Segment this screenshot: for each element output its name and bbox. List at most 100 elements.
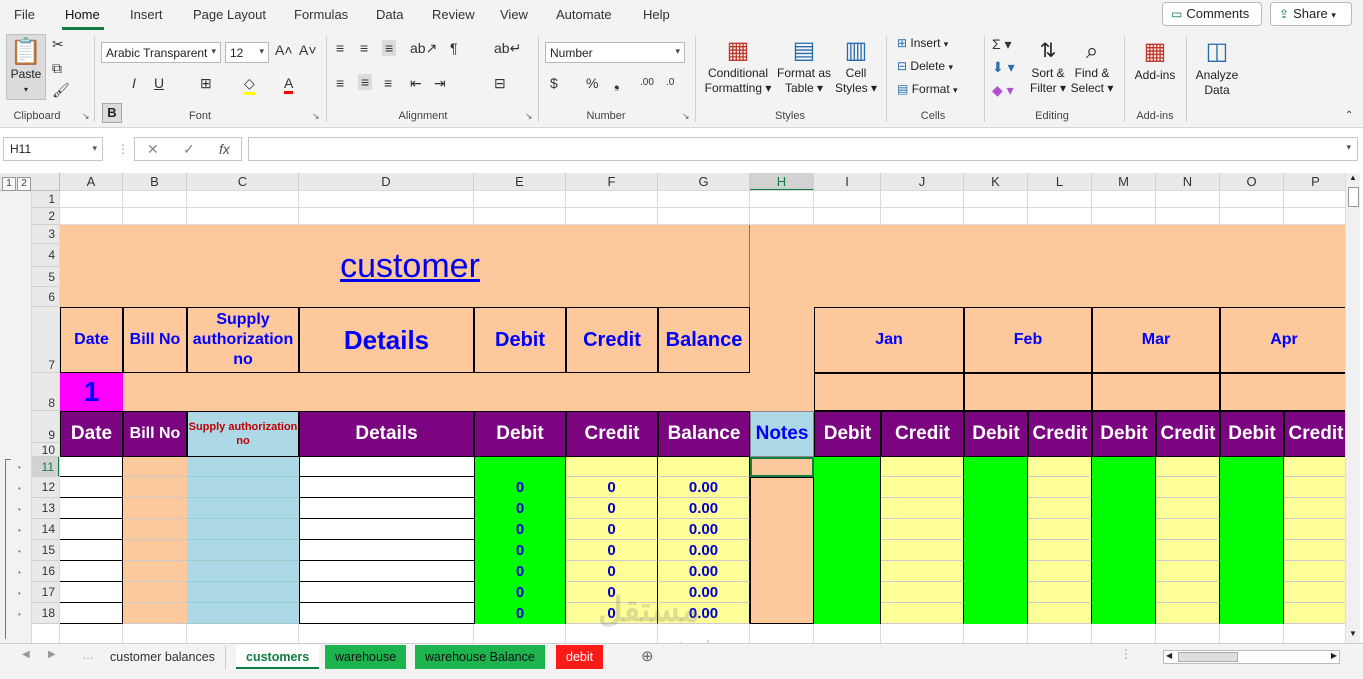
name-box[interactable]: H11 ▾ — [3, 137, 103, 161]
row-header-18[interactable]: 18 — [32, 603, 60, 624]
font-launcher-icon[interactable]: ↘ — [312, 111, 320, 122]
month-value-cell[interactable] — [814, 498, 881, 519]
month-value-cell[interactable] — [1092, 477, 1156, 498]
text-direction-icon[interactable]: ¶ — [450, 40, 458, 56]
header-r9-b[interactable]: Bill No — [123, 411, 187, 457]
details-cell[interactable] — [299, 561, 474, 582]
row8-month-2[interactable] — [1092, 373, 1220, 411]
bill-no-cell[interactable] — [123, 582, 187, 603]
conditional-formatting-button[interactable]: ▦ Conditional Formatting ▾ — [703, 36, 773, 96]
details-cell[interactable] — [299, 582, 474, 603]
supply-auth-cell[interactable] — [187, 540, 299, 561]
row-header-7[interactable]: 7 — [32, 307, 60, 373]
month-value-cell[interactable] — [1284, 519, 1348, 540]
header-r9-g[interactable]: Balance — [658, 411, 750, 457]
column-header-l[interactable]: L — [1028, 173, 1092, 191]
date-cell[interactable] — [60, 561, 123, 582]
month-value-cell[interactable] — [964, 603, 1028, 624]
sheet-tab-warehouse[interactable]: warehouse — [325, 645, 407, 669]
header-r9-c[interactable]: Supply authorization no — [187, 411, 299, 457]
bill-no-cell[interactable] — [123, 603, 187, 624]
month-value-cell[interactable] — [1156, 477, 1220, 498]
month-subheader-0[interactable]: Debit — [814, 411, 881, 457]
tab-more-icon[interactable]: … — [82, 648, 94, 662]
debit-cell[interactable] — [474, 457, 566, 477]
tab-help[interactable]: Help — [643, 7, 670, 22]
decrease-decimal-icon[interactable]: .0 — [666, 77, 674, 88]
vertical-scrollbar[interactable]: ▲ ▼ — [1345, 173, 1360, 643]
tab-insert[interactable]: Insert — [130, 7, 163, 22]
row-header-9[interactable]: 9 — [32, 411, 60, 443]
format-cells-button[interactable]: ▤ Format ▾ — [897, 82, 958, 98]
credit-cell[interactable]: 0 — [566, 498, 658, 519]
share-button[interactable]: ⇪ Share ▾ — [1270, 2, 1352, 26]
bill-no-cell[interactable] — [123, 540, 187, 561]
details-cell[interactable] — [299, 477, 474, 498]
supply-auth-cell[interactable] — [187, 498, 299, 519]
balance-cell[interactable]: 0.00 — [658, 519, 750, 540]
month-value-cell[interactable] — [1220, 603, 1284, 624]
tab-home[interactable]: Home — [65, 7, 100, 22]
month-value-cell[interactable] — [1284, 457, 1348, 477]
month-value-cell[interactable] — [1092, 603, 1156, 624]
column-header-d[interactable]: D — [299, 173, 474, 191]
font-color-icon[interactable]: A — [284, 75, 294, 94]
align-right-icon[interactable]: ≡ — [384, 75, 392, 91]
supply-auth-cell[interactable] — [187, 561, 299, 582]
month-value-cell[interactable] — [1156, 561, 1220, 582]
increase-decimal-icon[interactable]: .00 — [640, 77, 654, 88]
month-value-cell[interactable] — [964, 519, 1028, 540]
month-value-cell[interactable] — [1028, 457, 1092, 477]
row-header-5[interactable]: 5 — [32, 267, 60, 287]
debit-cell[interactable]: 0 — [474, 603, 566, 624]
sheet-tab-debit[interactable]: debit — [556, 645, 604, 669]
balance-cell[interactable] — [658, 457, 750, 477]
column-header-j[interactable]: J — [881, 173, 964, 191]
month-subheader-1[interactable]: Credit — [881, 411, 964, 457]
tab-page-layout[interactable]: Page Layout — [193, 7, 266, 22]
format-painter-icon[interactable]: 🖌 — [52, 82, 70, 99]
scroll-left-icon[interactable]: ◀ — [1166, 651, 1172, 660]
month-value-cell[interactable] — [1220, 519, 1284, 540]
outline-level-1-button[interactable]: 1 — [2, 177, 16, 191]
vertical-scroll-thumb[interactable] — [1348, 187, 1359, 207]
tab-review[interactable]: Review — [432, 7, 475, 22]
balance-cell[interactable]: 0.00 — [658, 477, 750, 498]
header-r7-b[interactable]: Bill No — [123, 307, 187, 373]
date-cell[interactable] — [60, 582, 123, 603]
row-header-16[interactable]: 16 — [32, 561, 60, 582]
row-header-14[interactable]: 14 — [32, 519, 60, 540]
header-r7-d[interactable]: Details — [299, 307, 474, 373]
month-value-cell[interactable] — [964, 561, 1028, 582]
align-left-icon[interactable]: ≡ — [336, 75, 344, 91]
column-header-p[interactable]: P — [1284, 173, 1348, 191]
header-r7-c[interactable]: Supply authorization no — [187, 307, 299, 373]
fill-icon[interactable]: ⬇ ▾ — [992, 59, 1015, 76]
debit-cell[interactable]: 0 — [474, 477, 566, 498]
credit-cell[interactable]: 0 — [566, 477, 658, 498]
header-r7-f[interactable]: Credit — [566, 307, 658, 373]
comments-button[interactable]: ▭ Comments — [1162, 2, 1262, 26]
row8-month-0[interactable] — [814, 373, 964, 411]
month-value-cell[interactable] — [881, 561, 964, 582]
autosum-icon[interactable]: Σ ▾ — [992, 36, 1012, 53]
cut-icon[interactable]: ✂ — [52, 36, 64, 53]
sheet-tab-warehouse-balance[interactable]: warehouse Balance — [415, 645, 545, 669]
row-header-12[interactable]: 12 — [32, 477, 60, 498]
month-value-cell[interactable] — [964, 477, 1028, 498]
row-header-6[interactable]: 6 — [32, 287, 60, 307]
month-value-cell[interactable] — [1028, 477, 1092, 498]
month-value-cell[interactable] — [1156, 603, 1220, 624]
row-header-10[interactable]: 10 — [32, 443, 60, 457]
month-value-cell[interactable] — [881, 519, 964, 540]
sheet-tab-customer-balances[interactable]: customer balances — [100, 645, 226, 669]
column-header-n[interactable]: N — [1156, 173, 1220, 191]
add-sheet-icon[interactable]: ⊕ — [641, 647, 654, 665]
month-value-cell[interactable] — [964, 457, 1028, 477]
bill-no-cell[interactable] — [123, 498, 187, 519]
comma-icon[interactable]: ❟ — [614, 75, 620, 92]
month-subheader-2[interactable]: Debit — [964, 411, 1028, 457]
column-header-h[interactable]: H — [750, 173, 814, 191]
month-value-cell[interactable] — [1220, 540, 1284, 561]
cancel-icon[interactable]: ✕ — [147, 141, 159, 158]
